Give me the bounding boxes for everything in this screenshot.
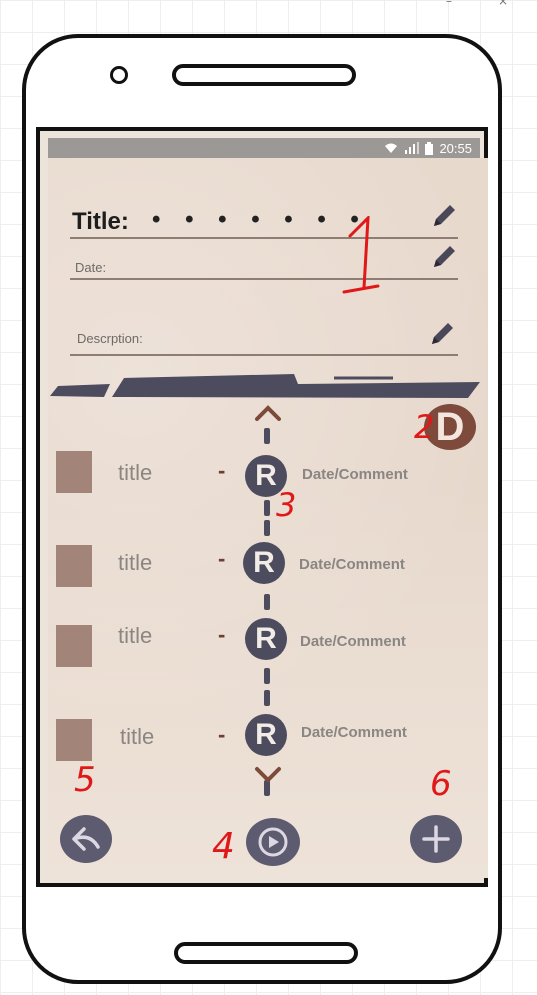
description-underline[interactable]: [70, 354, 458, 356]
annotation-4: 4: [212, 826, 235, 867]
title-label: Title:: [72, 208, 129, 235]
annotation-3: 3: [276, 486, 297, 524]
play-icon: [258, 827, 288, 857]
timeline-dash: [264, 668, 270, 684]
annotation-5: 5: [74, 760, 96, 800]
item-thumbnail[interactable]: [56, 625, 92, 667]
item-dash: -: [218, 458, 226, 483]
date-underline[interactable]: [70, 278, 458, 280]
timeline-marker[interactable]: R: [245, 618, 287, 660]
chevron-up-icon[interactable]: [254, 404, 282, 422]
signal-icon: [405, 142, 420, 154]
description-label: Descrption:: [77, 331, 143, 346]
pencil-icon[interactable]: [428, 202, 458, 232]
item-dash: -: [218, 722, 226, 747]
item-title[interactable]: title: [118, 623, 152, 649]
item-title[interactable]: title: [118, 460, 152, 486]
wifi-icon: [385, 143, 398, 153]
status-time: 20:55: [439, 140, 472, 156]
item-comment: Date/Comment: [299, 556, 405, 573]
timeline-dash: [264, 520, 270, 536]
annotation-1: [342, 216, 380, 294]
item-thumbnail[interactable]: [56, 545, 92, 587]
tab-active: [112, 374, 480, 398]
status-bar: 20:55: [48, 138, 480, 158]
item-thumbnail[interactable]: [56, 451, 92, 493]
speaker-grille: [172, 64, 356, 86]
timeline-dash: [264, 500, 270, 516]
tab-left: [50, 384, 110, 397]
home-indicator[interactable]: [174, 942, 358, 964]
tab-strip[interactable]: [48, 370, 488, 400]
plus-icon: [422, 825, 450, 853]
item-comment: Date/Comment: [300, 633, 406, 650]
annotation-2: 2: [414, 408, 435, 446]
item-title[interactable]: title: [120, 724, 154, 750]
play-button[interactable]: [246, 818, 300, 866]
pencil-icon[interactable]: [428, 243, 458, 273]
item-thumbnail[interactable]: [56, 719, 92, 761]
chevron-down-icon[interactable]: [254, 766, 282, 784]
timeline-dash: [264, 594, 270, 610]
timeline-dash: [264, 428, 270, 444]
camera-icon: [110, 66, 128, 84]
item-comment: Date/Comment: [301, 724, 407, 741]
back-arrow-icon: [72, 827, 100, 851]
item-comment: Date/Comment: [302, 466, 408, 483]
d-button-label: D: [435, 405, 465, 449]
timeline-dash: [264, 690, 270, 706]
title-underline: [70, 237, 458, 239]
pencil-icon[interactable]: [426, 320, 456, 350]
close-button[interactable]: ×: [498, 0, 508, 8]
item-dash: -: [218, 622, 226, 647]
timeline-marker[interactable]: R: [243, 542, 285, 584]
battery-icon: [425, 141, 434, 155]
back-button[interactable]: [60, 815, 112, 863]
item-dash: -: [218, 546, 226, 571]
item-title[interactable]: title: [118, 550, 152, 576]
add-button[interactable]: [410, 815, 462, 863]
minimize-button[interactable]: –: [446, 0, 452, 8]
date-label: Date:: [75, 260, 107, 275]
timeline-marker[interactable]: R: [245, 714, 287, 756]
title-value[interactable]: • • • • • • •: [152, 206, 368, 234]
annotation-6: 6: [430, 764, 452, 804]
